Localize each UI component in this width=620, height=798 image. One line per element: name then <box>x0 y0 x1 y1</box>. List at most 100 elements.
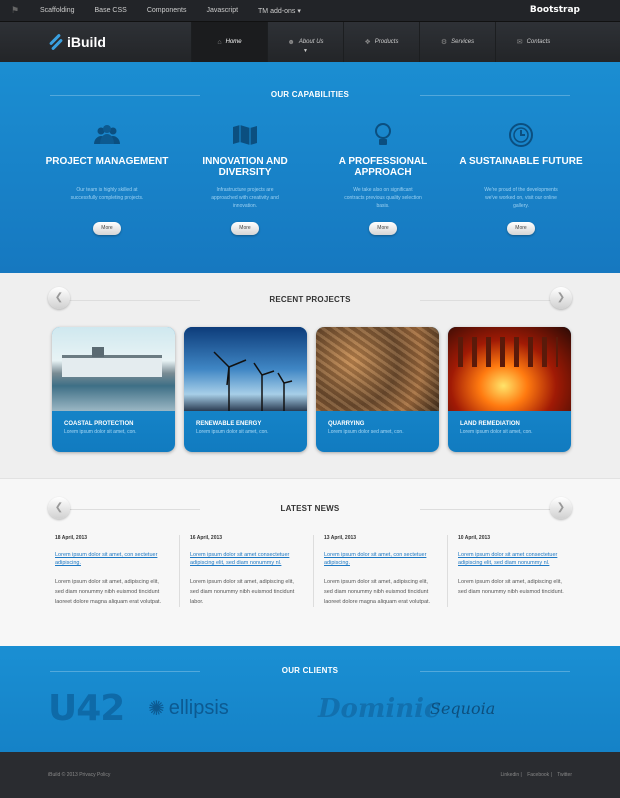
home-icon: ⌂ <box>217 38 222 46</box>
pin-icon: ⚑ <box>10 5 20 15</box>
main-nav: ⌂ Home ☻ About Us ▼ ❖ Products ⚙ Services ✉ Co… <box>191 22 571 67</box>
capability-text: Our team is highly skilled at successful… <box>70 187 144 201</box>
recent-projects-section: RECENT PROJECTS ❮ ❯ COASTAL PROTECTION L… <box>0 273 620 478</box>
ellipsis-logo-text: ellipsis <box>168 697 229 719</box>
site-logo[interactable]: iBuild <box>0 22 191 62</box>
client-logo-ellipsis[interactable]: ✺ ellipsis <box>148 696 318 721</box>
prev-arrow-icon[interactable]: ❮ <box>48 497 70 519</box>
capability-item: PROJECT MANAGEMENT Our team is highly sk… <box>38 120 176 235</box>
nav-item-products[interactable]: ❖ Products <box>343 22 419 62</box>
news-date: 16 April, 2013 <box>190 535 223 541</box>
nav-label: Products <box>374 39 399 45</box>
user-icon: ☻ <box>287 38 295 46</box>
news-item: 13 April, 2013 Lorem ipsum dolor sit ame… <box>313 535 447 607</box>
topbar-link-javascript[interactable]: Javascript <box>197 7 249 14</box>
news-text: Lorem ipsum dolor sit amet, adipiscing e… <box>190 579 295 605</box>
more-button[interactable]: More <box>93 222 121 235</box>
footer-copyright[interactable]: iBuild © 2013 Privacy Policy <box>48 772 110 778</box>
news-link[interactable]: Lorem ipsum dolor sit amet, con sectetue… <box>324 551 437 569</box>
project-card[interactable]: COASTAL PROTECTION Lorem ipsum dolor sit… <box>52 327 175 452</box>
capabilities-section: OUR CAPABILITIES PROJECT MANAGEMENT Our … <box>0 62 620 273</box>
capability-title: A SUSTAINABLE FUTURE <box>459 156 583 167</box>
latest-news-section: LATEST NEWS ❮ ❯ 18 April, 2013 Lorem ips… <box>0 478 620 646</box>
bootstrap-brand[interactable]: Bootstrap <box>530 5 580 15</box>
section-title: LATEST NEWS <box>0 504 620 513</box>
capability-item: INNOVATION AND DIVERSITY Infrastructure … <box>176 120 314 235</box>
project-card[interactable]: LAND REMEDIATION Lorem ipsum dolor sit a… <box>448 327 571 452</box>
client-logo-dominic[interactable]: Dominic <box>318 694 440 724</box>
next-arrow-icon[interactable]: ❯ <box>550 287 572 309</box>
client-logo-u42[interactable]: U42 <box>48 688 148 729</box>
chevron-down-icon: ▼ <box>303 48 308 54</box>
more-button[interactable]: More <box>231 222 259 235</box>
project-image <box>448 327 571 411</box>
footer-link-linkedin[interactable]: Linkedin <box>501 772 520 778</box>
news-item: 10 April, 2013 Lorem ipsum dolor sit ame… <box>447 535 581 607</box>
project-card[interactable]: RENEWABLE ENERGY Lorem ipsum dolor sit a… <box>184 327 307 452</box>
news-link[interactable]: Lorem ipsum dolor sit amet consectetuer … <box>458 551 571 569</box>
news-link[interactable]: Lorem ipsum dolor sit amet consectetuer … <box>190 551 303 569</box>
prev-arrow-icon[interactable]: ❮ <box>48 287 70 309</box>
clock-icon <box>452 120 590 150</box>
capability-text: We take also on significant contracts pr… <box>344 187 422 209</box>
project-image <box>52 327 175 411</box>
news-text: Lorem ipsum dolor sit amet, adipiscing e… <box>55 579 162 605</box>
topbar-link-base-css[interactable]: Base CSS <box>85 7 137 14</box>
logo-icon <box>48 33 64 51</box>
news-text: Lorem ipsum dolor sit amet, adipiscing e… <box>324 579 431 605</box>
topbar-link-tm-addons[interactable]: TM add-ons ▾ <box>248 7 311 15</box>
lightbulb-icon <box>314 120 452 150</box>
header: iBuild ⌂ Home ☻ About Us ▼ ❖ Products ⚙ Servi… <box>0 22 620 67</box>
capability-title: INNOVATION AND DIVERSITY <box>202 156 288 178</box>
nav-label: Home <box>225 39 242 45</box>
section-title: OUR CAPABILITIES <box>0 90 620 99</box>
capability-item: A SUSTAINABLE FUTURE We're proud of the … <box>452 120 590 235</box>
section-title: RECENT PROJECTS <box>0 295 620 304</box>
project-title: LAND REMEDIATION <box>460 421 520 427</box>
nav-item-contacts[interactable]: ✉ Contacts <box>495 22 571 62</box>
capability-title: A PROFESSIONAL APPROACH <box>338 156 428 178</box>
project-text: Lorem ipsum dolor sit amet, con. <box>196 429 269 435</box>
nav-item-about-us[interactable]: ☻ About Us ▼ <box>267 22 343 62</box>
more-button[interactable]: More <box>369 222 397 235</box>
capability-title: PROJECT MANAGEMENT <box>45 156 169 167</box>
clients-section: OUR CLIENTS U42 ✺ ellipsis Dominic Sequo… <box>0 646 620 752</box>
news-item: 16 April, 2013 Lorem ipsum dolor sit ame… <box>179 535 313 607</box>
news-date: 10 April, 2013 <box>458 535 491 541</box>
client-logo-sequoia[interactable]: Sequoia <box>430 699 540 718</box>
topbar-link-scaffolding[interactable]: Scaffolding <box>30 7 85 14</box>
capability-text: Infrastructure projects are approached w… <box>211 187 279 209</box>
project-title: QUARRYING <box>328 421 365 427</box>
capability-text: We're proud of the developments we've wo… <box>484 187 558 209</box>
map-icon <box>176 120 314 150</box>
capability-item: A PROFESSIONAL APPROACH We take also on … <box>314 120 452 235</box>
news-item: 18 April, 2013 Lorem ipsum dolor sit ame… <box>45 535 179 607</box>
project-card[interactable]: QUARRYING Lorem ipsum dolor sed amet, co… <box>316 327 439 452</box>
footer-links: Linkedin | Facebook | Twitter <box>500 772 573 778</box>
next-arrow-icon[interactable]: ❯ <box>550 497 572 519</box>
gear-icon: ⚙ <box>440 39 448 46</box>
nav-label: Contacts <box>526 39 551 45</box>
top-bar: ⚑ Scaffolding Base CSS Components Javasc… <box>0 0 620 22</box>
chevron-down-icon: ▾ <box>297 7 301 15</box>
news-date: 13 April, 2013 <box>324 535 357 541</box>
nav-label: Services <box>451 39 475 45</box>
project-image <box>316 327 439 411</box>
topbar-link-components[interactable]: Components <box>137 7 197 14</box>
nav-label: About Us <box>298 39 324 45</box>
project-text: Lorem ipsum dolor sit amet, con. <box>64 429 137 435</box>
ellipsis-logo-icon: ✺ <box>148 698 165 720</box>
topbar-link-tm-label: TM add-ons <box>258 7 296 15</box>
project-title: RENEWABLE ENERGY <box>196 421 262 427</box>
footer-link-twitter[interactable]: Twitter <box>557 772 572 778</box>
project-text: Lorem ipsum dolor sit amet, con. <box>460 429 533 435</box>
footer-link-facebook[interactable]: Facebook <box>527 772 549 778</box>
nav-item-services[interactable]: ⚙ Services <box>419 22 495 62</box>
mail-icon: ✉ <box>516 39 523 46</box>
project-title: COASTAL PROTECTION <box>64 421 134 427</box>
news-link[interactable]: Lorem ipsum dolor sit amet, con sectetue… <box>55 551 169 569</box>
people-icon <box>38 120 176 150</box>
news-date: 18 April, 2013 <box>55 535 88 541</box>
nav-item-home[interactable]: ⌂ Home <box>191 22 267 67</box>
more-button[interactable]: More <box>507 222 535 235</box>
